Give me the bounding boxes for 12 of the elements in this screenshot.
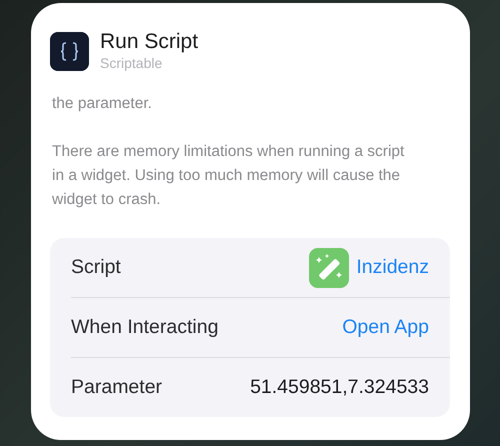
setting-label: When Interacting: [71, 316, 218, 339]
value-link[interactable]: Inzidenz: [356, 256, 429, 279]
app-name: Scriptable: [100, 54, 164, 72]
description-text: There are memory limitations when running a script in a widget. Using too much memory will cause the widget to crash.: [52, 142, 406, 210]
action-title: Run Script: [100, 30, 198, 54]
parameter-value: 51.459851,7.324533: [250, 376, 429, 399]
magic-wand-icon[interactable]: [309, 248, 350, 288]
app-icon: [50, 32, 89, 70]
description-text: the parameter.: [52, 94, 153, 114]
value-link[interactable]: Open App: [342, 316, 429, 339]
setting-label: Script: [71, 256, 121, 279]
setting-label: Parameter: [71, 376, 162, 399]
